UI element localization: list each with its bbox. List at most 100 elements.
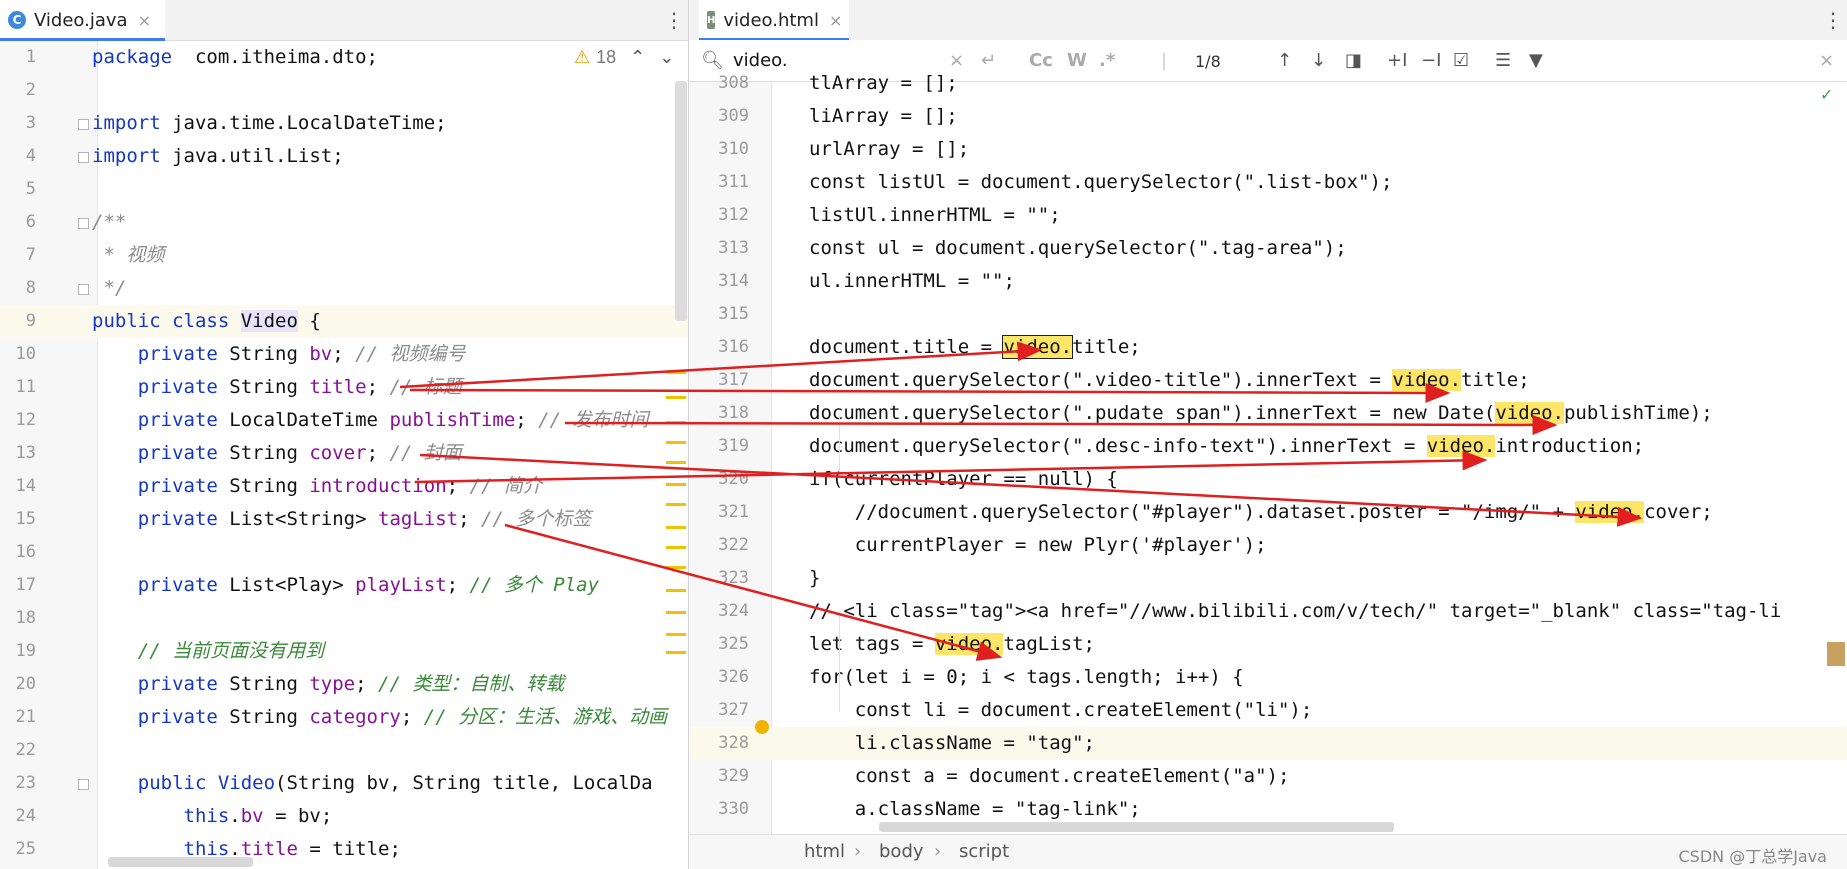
code-line[interactable]: 3 import java.time.LocalDateTime; xyxy=(0,107,688,140)
code-line[interactable]: 22 xyxy=(0,734,688,767)
fold-icon[interactable] xyxy=(78,218,89,229)
code-line[interactable]: 12 private LocalDateTime publishTime; //… xyxy=(0,404,688,437)
code-line[interactable]: 318 document.querySelector(".pudate span"… xyxy=(689,397,1847,430)
code-line[interactable]: 311 const listUl = document.querySelector… xyxy=(689,166,1847,199)
code-token: } xyxy=(809,567,821,589)
lightbulb-icon[interactable] xyxy=(755,720,769,734)
fold-icon[interactable] xyxy=(78,284,89,295)
code-token: = title; xyxy=(297,838,401,860)
java-code-area[interactable]: 1 package com.itheima.dto; 2 3 import java.t… xyxy=(0,41,688,869)
code-line[interactable]: 320 if(currentPlayer == null) { xyxy=(689,463,1847,496)
code-line[interactable]: 16 xyxy=(0,536,688,569)
vertical-scrollbar[interactable] xyxy=(675,81,687,321)
code-token: document.querySelector(".desc-info-text"… xyxy=(809,435,1427,457)
code-text: currentPlayer = new Plyr('#player'); xyxy=(809,529,1267,562)
code-line[interactable]: 20 private String type; // 类型：自制、转载 xyxy=(0,668,688,701)
code-line[interactable]: 23 public Video(String bv, String title,… xyxy=(0,767,688,800)
code-token: ; xyxy=(458,508,481,530)
code-line[interactable]: 9 public class Video { xyxy=(0,305,688,338)
code-line[interactable]: 15 private List<String> tagList; // 多个标签 xyxy=(0,503,688,536)
more-icon[interactable]: ⋮ xyxy=(664,8,684,32)
code-line[interactable]: 11 private String title; // 标题 xyxy=(0,371,688,404)
code-line[interactable]: 319 document.querySelector(".desc-info-te… xyxy=(689,430,1847,463)
occurrence-marker xyxy=(666,441,686,444)
code-line[interactable]: 5 xyxy=(0,173,688,206)
code-token: tagList; xyxy=(1003,633,1095,655)
code-token: ; xyxy=(366,376,390,398)
line-number: 325 xyxy=(718,634,749,654)
search-match: video. xyxy=(1392,369,1462,391)
code-text: package com.itheima.dto; xyxy=(92,41,378,74)
code-line[interactable]: 315 xyxy=(689,298,1847,331)
breadcrumb-body[interactable]: body xyxy=(879,841,924,862)
code-line[interactable]: 323} xyxy=(689,562,1847,595)
code-line[interactable]: 314 ul.innerHTML = ""; xyxy=(689,265,1847,298)
html-code-area[interactable]: 308 tlArray = []; 309 liArray = []; 310 urlAr… xyxy=(689,72,1847,834)
code-line[interactable]: 8 */ xyxy=(0,272,688,305)
code-line[interactable]: 17 private List<Play> playList; // 多个 Pl… xyxy=(0,569,688,602)
code-line[interactable]: 24 this.bv = bv; xyxy=(0,800,688,833)
code-line[interactable]: 25 this.title = title; xyxy=(0,833,688,866)
code-line[interactable]: 313 const ul = document.querySelector(".t… xyxy=(689,232,1847,265)
breadcrumb-script[interactable]: script xyxy=(959,841,1009,862)
html-editor-pane: H video.html × ⋮ 🔍︎ video. × ↵ Cc W .* |… xyxy=(689,0,1847,869)
breadcrumb-html[interactable]: html xyxy=(804,841,845,862)
fold-icon[interactable] xyxy=(78,119,89,130)
more-icon[interactable]: ⋮ xyxy=(1823,8,1843,32)
horizontal-scrollbar[interactable] xyxy=(108,857,253,867)
code-line[interactable]: 326 for(let i = 0; i < tags.length; i++) … xyxy=(689,661,1847,694)
code-token: const li = document.createElement("li"); xyxy=(809,699,1313,721)
code-line[interactable]: 7 * 视频 xyxy=(0,239,688,272)
previous-highlight-icon[interactable]: ⌃ xyxy=(630,47,645,68)
code-line[interactable]: 312 listUl.innerHTML = ""; xyxy=(689,199,1847,232)
code-line[interactable]: 308 tlArray = []; xyxy=(689,67,1847,100)
code-line[interactable]: 6 /** xyxy=(0,206,688,239)
code-token: com.itheima.dto; xyxy=(172,46,378,68)
code-line[interactable]: 309 liArray = []; xyxy=(689,100,1847,133)
close-icon[interactable]: × xyxy=(829,11,842,30)
occurrence-marker xyxy=(666,461,686,464)
code-token: bv xyxy=(309,343,333,365)
code-text: for(let i = 0; i < tags.length; i++) { xyxy=(809,661,1244,694)
tab-video-html[interactable]: H video.html × xyxy=(699,0,849,41)
code-line[interactable]: 316 document.title = video.title; xyxy=(689,331,1847,364)
code-line[interactable]: 13 private String cover; // 封面 xyxy=(0,437,688,470)
tab-video-java[interactable]: C Video.java × xyxy=(0,0,165,41)
code-token: urlArray = []; xyxy=(809,138,970,160)
code-line[interactable]: 328 li.className = "tag"; xyxy=(689,727,1847,760)
code-line[interactable]: 317 document.querySelector(".video-title"… xyxy=(689,364,1847,397)
code-line[interactable]: 322 currentPlayer = new Plyr('#player'); xyxy=(689,529,1847,562)
inspection-widget[interactable]: ⚠ 18 ⌃ ⌄ xyxy=(570,47,679,68)
code-text: liArray = []; xyxy=(809,100,958,133)
code-line[interactable]: 327 const li = document.createElement("l… xyxy=(689,694,1847,727)
code-line[interactable]: 19 // 当前页面没有用到 xyxy=(0,635,688,668)
fold-icon[interactable] xyxy=(78,152,89,163)
line-number: 312 xyxy=(718,205,749,225)
code-token: String xyxy=(217,343,310,365)
code-text: private String cover; // 封面 xyxy=(92,437,462,470)
next-highlight-icon[interactable]: ⌄ xyxy=(659,47,674,68)
code-line[interactable]: 18 xyxy=(0,602,688,635)
line-number: 23 xyxy=(15,773,36,793)
code-token: = bv; xyxy=(263,805,333,827)
line-number: 315 xyxy=(718,304,749,324)
occurrence-marker xyxy=(666,546,686,549)
left-tab-bar: C Video.java × ⋮ xyxy=(0,0,688,41)
horizontal-scrollbar[interactable] xyxy=(879,822,1394,832)
close-icon[interactable]: × xyxy=(138,11,151,30)
code-line[interactable]: 21 private String category; // 分区：生活、游戏、… xyxy=(0,701,688,734)
fold-icon[interactable] xyxy=(78,779,89,790)
code-line[interactable]: 310 urlArray = []; xyxy=(689,133,1847,166)
code-line[interactable]: 329 const a = document.createElement("a"… xyxy=(689,760,1847,793)
code-line[interactable]: 325 let tags = video.tagList; xyxy=(689,628,1847,661)
code-line[interactable]: 324 // <li class="tag"><a href="//www.bil… xyxy=(689,595,1847,628)
code-token: title; xyxy=(1461,369,1530,391)
code-line[interactable]: 4 import java.util.List; xyxy=(0,140,688,173)
code-line[interactable]: 321 //document.querySelector("#player").… xyxy=(689,496,1847,529)
code-token: liArray = []; xyxy=(809,105,958,127)
code-line[interactable]: 10 private String bv; // 视频编号 xyxy=(0,338,688,371)
code-line[interactable]: 2 xyxy=(0,74,688,107)
java-editor-pane: C Video.java × ⋮ 1 package com.itheima.dt… xyxy=(0,0,689,869)
code-line[interactable]: 14 private String introduction; // 简介 xyxy=(0,470,688,503)
code-token: String xyxy=(217,442,310,464)
